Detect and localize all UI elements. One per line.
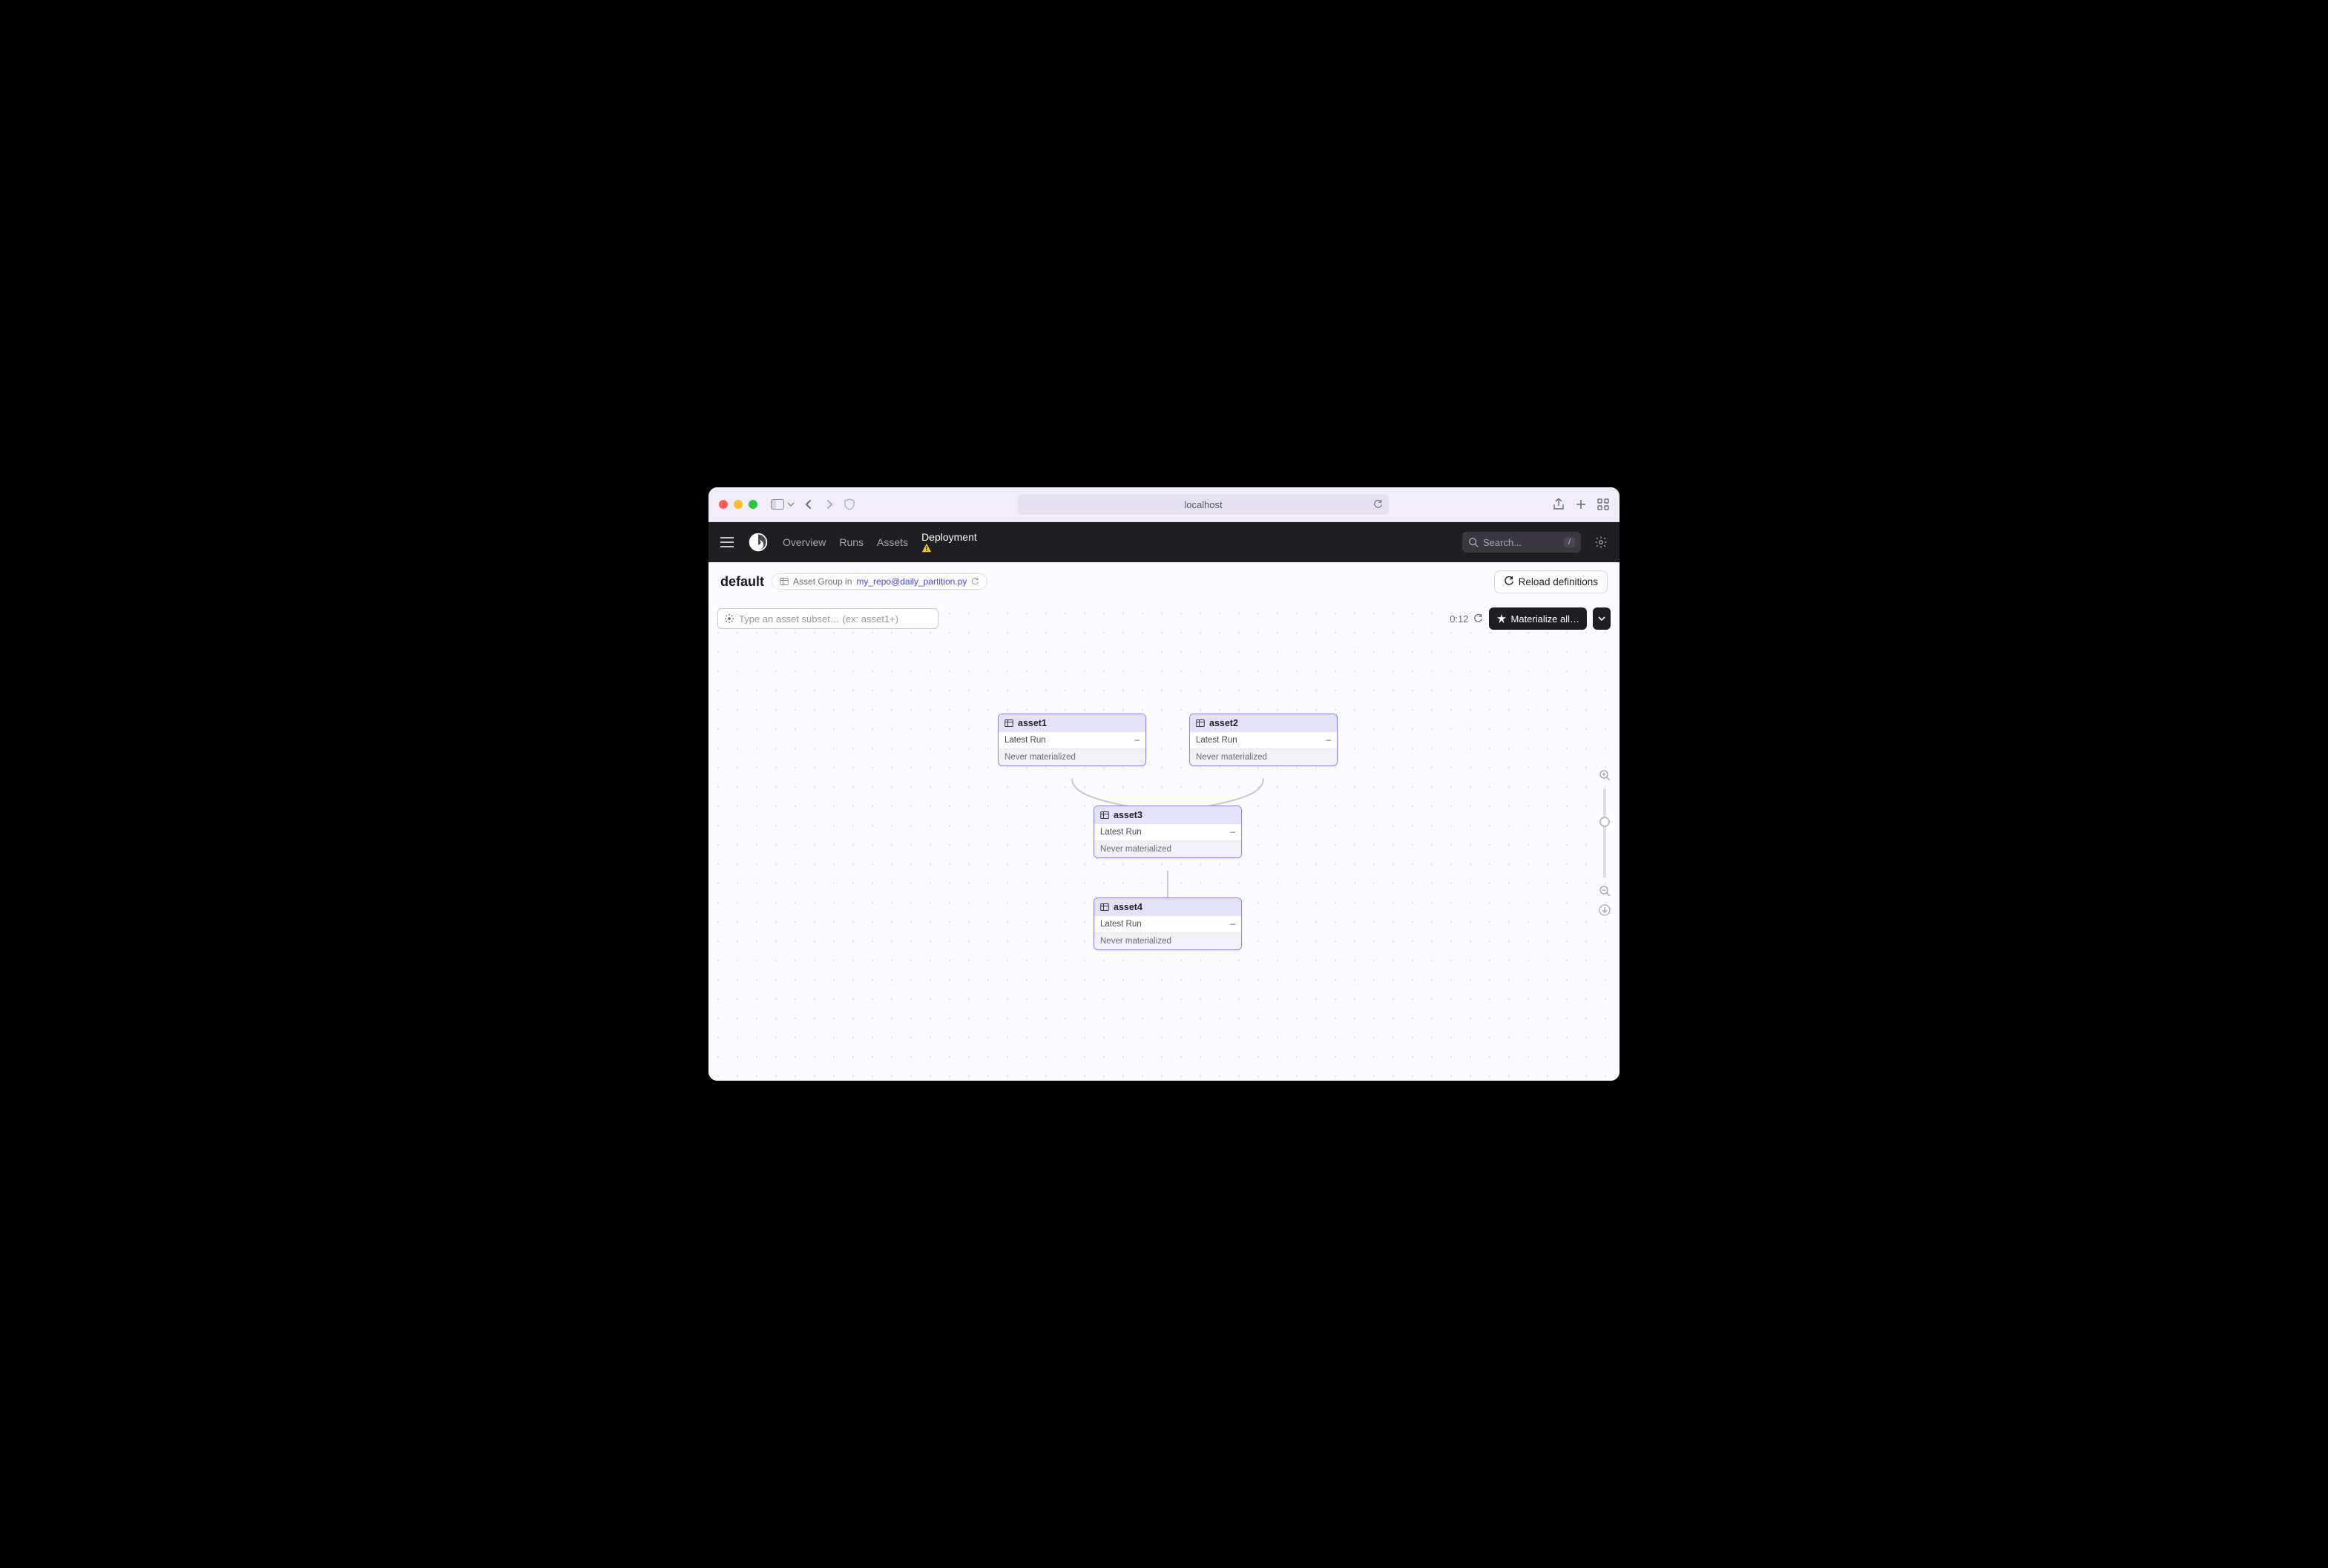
warning-icon [921, 543, 980, 553]
close-window-button[interactable] [719, 500, 728, 509]
reload-definitions-button[interactable]: Reload definitions [1494, 570, 1608, 593]
materialize-dropdown-button[interactable] [1593, 607, 1611, 630]
minimize-window-button[interactable] [734, 500, 743, 509]
table-icon [1004, 719, 1013, 728]
search-shortcut: / [1564, 537, 1575, 547]
materialize-icon [1496, 613, 1507, 624]
browser-refresh-button[interactable] [1373, 500, 1383, 510]
new-tab-button[interactable] [1575, 498, 1587, 510]
zoom-slider-thumb[interactable] [1599, 817, 1610, 827]
download-button[interactable] [1599, 904, 1611, 916]
asset-node-asset4[interactable]: asset4 Latest Run– Never materialized [1094, 897, 1242, 950]
asset-name: asset4 [1114, 902, 1142, 912]
refresh-age-icon[interactable] [1473, 614, 1483, 624]
nav-assets[interactable]: Assets [877, 536, 908, 548]
asset-node-asset3[interactable]: asset3 Latest Run– Never materialized [1094, 806, 1242, 858]
zoom-controls [1597, 769, 1612, 916]
menu-button[interactable] [720, 537, 734, 547]
nav-overview[interactable]: Overview [783, 536, 826, 548]
reload-icon [1504, 576, 1514, 587]
app-nav: Overview Runs Assets Deployment Search..… [708, 522, 1620, 562]
search-icon [1468, 537, 1479, 547]
materialize-all-button[interactable]: Materialize all… [1489, 607, 1587, 630]
zoom-out-button[interactable] [1599, 885, 1611, 897]
zoom-in-button[interactable] [1599, 769, 1611, 781]
share-button[interactable] [1553, 498, 1565, 510]
canvas-toolbar: Type an asset subset… (ex: asset1+) 0:12… [708, 604, 1620, 633]
settings-button[interactable] [1594, 536, 1608, 549]
dagster-logo[interactable] [747, 531, 769, 553]
browser-back-button[interactable] [802, 498, 815, 511]
breadcrumb-chip: Asset Group in my_repo@daily_partition.p… [772, 573, 987, 590]
nav-deployment[interactable]: Deployment [921, 531, 980, 553]
page-title: default [720, 574, 764, 590]
table-icon [1196, 719, 1205, 728]
lineage-canvas[interactable]: Type an asset subset… (ex: asset1+) 0:12… [708, 604, 1620, 1081]
browser-chrome: localhost [708, 487, 1620, 522]
nav-runs[interactable]: Runs [839, 536, 864, 548]
asset-subset-input[interactable]: Type an asset subset… (ex: asset1+) [717, 608, 938, 629]
address-bar[interactable]: localhost [1018, 494, 1389, 515]
zoom-slider[interactable] [1603, 788, 1606, 877]
asset-node-asset1[interactable]: asset1 Latest Run– Never materialized [998, 714, 1146, 766]
browser-sidebar-toggle[interactable] [771, 499, 795, 510]
table-icon [1100, 811, 1109, 820]
zoom-window-button[interactable] [749, 500, 757, 509]
repo-icon [780, 577, 789, 586]
asset-name: asset3 [1114, 810, 1142, 820]
browser-forward-button[interactable] [823, 498, 836, 511]
window-controls [719, 500, 757, 509]
asset-node-asset2[interactable]: asset2 Latest Run– Never materialized [1189, 714, 1338, 766]
tab-overview-button[interactable] [1597, 498, 1609, 510]
page-header: default Asset Group in my_repo@daily_par… [708, 562, 1620, 601]
caret-down-icon [1598, 615, 1605, 622]
privacy-icon [844, 498, 855, 510]
table-icon [1100, 903, 1109, 912]
refresh-age: 0:12 [1450, 613, 1482, 625]
filter-icon [724, 613, 734, 624]
asset-name: asset1 [1018, 718, 1047, 728]
chevron-down-icon [787, 501, 795, 508]
asset-name: asset2 [1209, 718, 1238, 728]
search-input[interactable]: Search... / [1462, 532, 1581, 553]
repo-link[interactable]: my_repo@daily_partition.py [856, 576, 967, 587]
url-text: localhost [1184, 499, 1222, 510]
refresh-repo-icon[interactable] [971, 578, 979, 586]
